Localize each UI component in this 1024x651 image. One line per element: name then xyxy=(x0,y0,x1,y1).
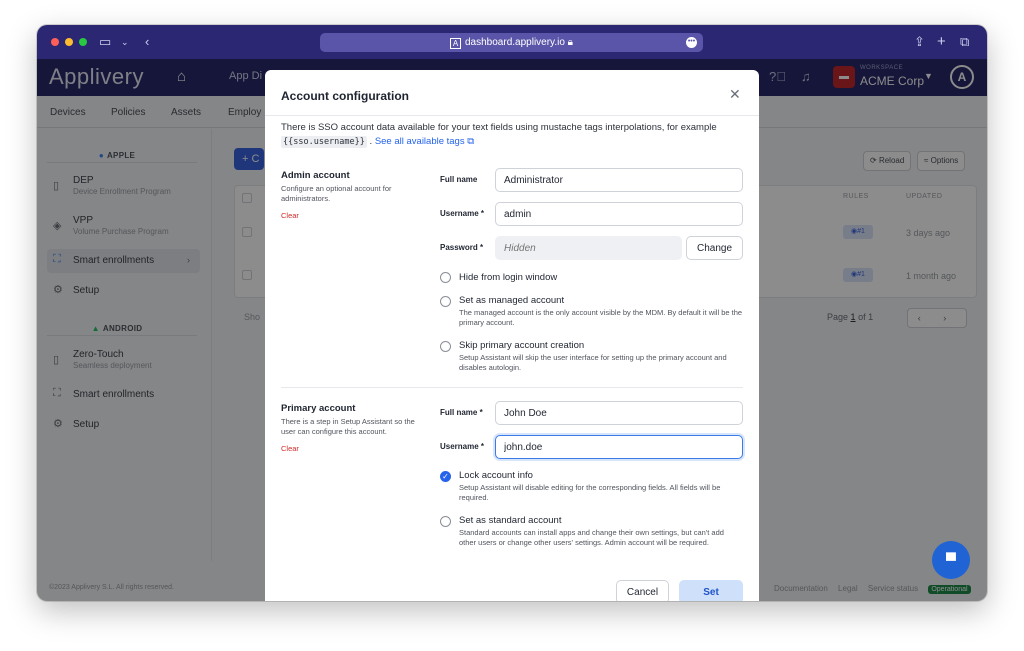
managed-account-label: Set as managed account xyxy=(459,295,565,306)
chat-button[interactable]: ▀ xyxy=(932,541,970,579)
divider xyxy=(281,387,743,388)
lock-account-desc: Setup Assistant will disable editing for… xyxy=(459,483,721,502)
lock-account-label: Lock account info xyxy=(459,470,533,481)
admin-username-label: Username * xyxy=(440,209,485,218)
set-button[interactable]: Set xyxy=(679,580,743,601)
account-configuration-dialog: Account configuration ✕ There is SSO acc… xyxy=(265,70,759,601)
chat-icon: ▀ xyxy=(946,552,956,568)
new-tab-icon[interactable]: + xyxy=(937,34,946,50)
address-bar[interactable]: Adashboard.applivery.io 🔒︎ ••• xyxy=(320,33,703,52)
dialog-title: Account configuration xyxy=(281,89,409,103)
lock-account-checkbox[interactable]: ✓ xyxy=(440,471,451,482)
standard-account-desc: Standard accounts can install apps and c… xyxy=(459,528,724,547)
admin-fullname-label: Full name xyxy=(440,175,478,184)
admin-fullname-input[interactable] xyxy=(495,168,743,192)
primary-username-input[interactable] xyxy=(495,435,743,459)
browser-window: ▭ ⌄ ‹ Adashboard.applivery.io 🔒︎ ••• ⇪ +… xyxy=(37,25,987,601)
all-tags-link[interactable]: See all available tags ⧉ xyxy=(375,136,474,147)
primary-fullname-input[interactable] xyxy=(495,401,743,425)
primary-username-label: Username * xyxy=(440,442,485,451)
sso-info-text: There is SSO account data available for … xyxy=(281,122,717,148)
standard-account-label: Set as standard account xyxy=(459,515,562,526)
hide-from-login-label: Hide from login window xyxy=(459,272,558,283)
sidebar-toggle-icon[interactable]: ▭ xyxy=(99,34,111,50)
change-password-button[interactable]: Change xyxy=(686,236,743,260)
external-link-icon: ⧉ xyxy=(467,136,475,147)
primary-fullname-label: Full name * xyxy=(440,408,483,417)
admin-clear-link[interactable]: Clear xyxy=(281,211,299,220)
standard-account-checkbox[interactable] xyxy=(440,516,451,527)
cancel-button[interactable]: Cancel xyxy=(616,580,669,601)
minimize-window-button[interactable] xyxy=(65,38,73,46)
back-arrow-icon[interactable]: ‹ xyxy=(145,34,149,50)
managed-account-checkbox[interactable] xyxy=(440,296,451,307)
tab-overview-icon[interactable]: ⧉ xyxy=(960,34,969,50)
skip-primary-desc: Setup Assistant will skip the user inter… xyxy=(459,353,727,372)
admin-password-label: Password * xyxy=(440,243,484,252)
primary-section-desc: There is a step in Setup Assistant so th… xyxy=(281,417,415,436)
url-text: dashboard.applivery.io xyxy=(465,37,565,48)
zoom-window-button[interactable] xyxy=(79,38,87,46)
close-icon[interactable]: ✕ xyxy=(729,86,741,103)
chevron-down-icon[interactable]: ⌄ xyxy=(121,34,129,50)
browser-toolbar: ▭ ⌄ ‹ Adashboard.applivery.io 🔒︎ ••• ⇪ +… xyxy=(37,25,987,59)
lock-icon: 🔒︎ xyxy=(567,37,573,48)
divider xyxy=(265,115,759,116)
admin-section-title: Admin account xyxy=(281,170,350,181)
managed-account-desc: The managed account is the only account … xyxy=(459,308,743,327)
skip-primary-label: Skip primary account creation xyxy=(459,340,585,351)
hide-from-login-checkbox[interactable] xyxy=(440,272,451,283)
skip-primary-checkbox[interactable] xyxy=(440,341,451,352)
share-icon[interactable]: ⇪ xyxy=(914,34,925,50)
admin-password-input xyxy=(495,236,682,260)
primary-clear-link[interactable]: Clear xyxy=(281,444,299,453)
more-icon[interactable]: ••• xyxy=(686,37,697,48)
admin-username-input[interactable] xyxy=(495,202,743,226)
close-window-button[interactable] xyxy=(51,38,59,46)
reader-icon[interactable]: A xyxy=(450,38,461,49)
primary-section-title: Primary account xyxy=(281,403,356,414)
sso-tag-example: {{sso.username}} xyxy=(281,136,367,148)
admin-section-desc: Configure an optional account for admini… xyxy=(281,184,392,203)
